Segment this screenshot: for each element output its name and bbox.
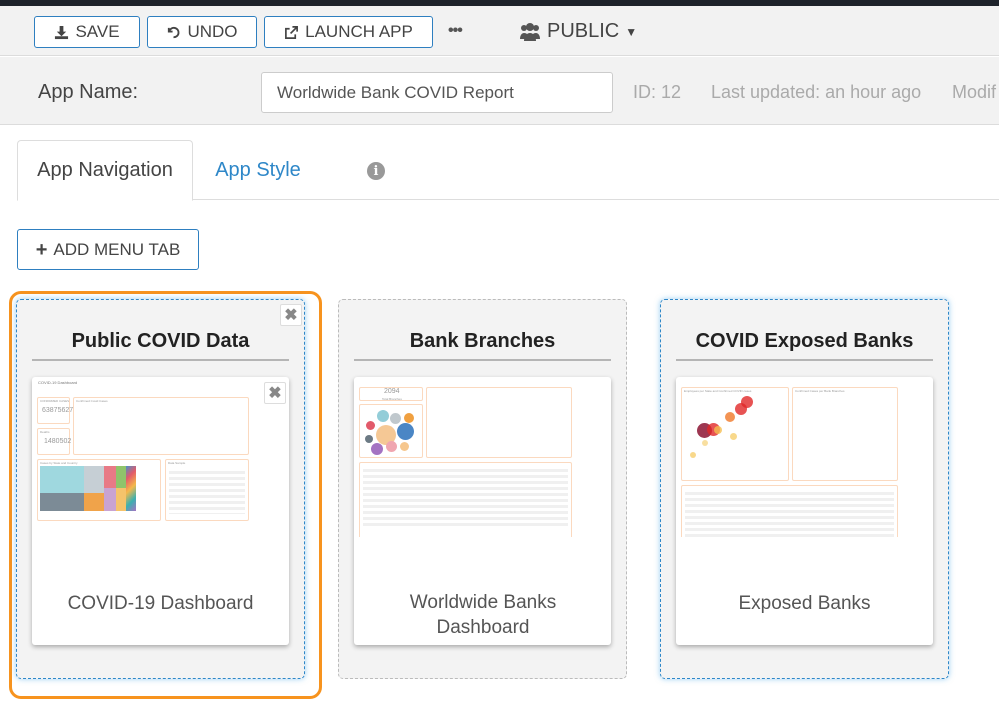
- dashboard-label: Worldwide Banks Dashboard: [409, 592, 557, 638]
- download-icon: [55, 25, 69, 39]
- thumb-value: 2094: [384, 388, 400, 395]
- tab-app-style[interactable]: App Style: [193, 140, 323, 201]
- thumb-label: Deaths: [40, 430, 50, 434]
- thumb-bubble-panel: [359, 404, 423, 458]
- remove-dashboard-button[interactable]: ✖: [264, 382, 286, 404]
- thumb-panel: Confirmed Covid Cases: [73, 397, 249, 455]
- modified-by: Modif: [952, 82, 997, 102]
- undo-label: UNDO: [187, 22, 238, 41]
- title-divider: [32, 359, 289, 361]
- tab-app-navigation[interactable]: App Navigation: [17, 140, 193, 201]
- thumb-label: Employees per State and Confirmed COVID …: [684, 389, 752, 393]
- app-name-input[interactable]: [261, 72, 613, 113]
- menu-tab-card[interactable]: ✖ Public COVID Data COVID-19 Dashboard C…: [16, 299, 305, 679]
- thumb-table-panel: [359, 462, 572, 537]
- close-icon: ✖: [284, 307, 298, 324]
- thumb-label: CONFIRMED CASES: [40, 399, 70, 403]
- thumb-heading: COVID-19 Dashboard: [38, 380, 78, 385]
- thumb-value: 1480502: [44, 438, 72, 445]
- thumb-label: Confirmed Cases per Bank Branches: [795, 389, 845, 393]
- title-divider: [676, 359, 933, 361]
- external-link-icon: [285, 25, 299, 39]
- visibility-dropdown[interactable]: PUBLIC ▼: [519, 20, 637, 43]
- close-icon: ✖: [268, 385, 282, 402]
- menu-tab-title: COVID Exposed Banks: [695, 330, 914, 352]
- thumb-value: 63875627: [42, 407, 74, 414]
- thumb-label: Confirmed Covid Cases: [76, 399, 108, 403]
- add-menu-tab-button[interactable]: + ADD MENU TAB: [17, 229, 199, 270]
- thumb-panel: CONFIRMED CASES 63875627: [37, 397, 74, 424]
- dashboard-thumbnail: Employees per State and Confirmed COVID …: [680, 377, 929, 537]
- thumb-label: Total Branches: [382, 397, 402, 401]
- thumb-label: Cases by State and Country: [40, 461, 78, 465]
- save-button[interactable]: SAVE: [34, 16, 140, 48]
- users-icon: [520, 22, 540, 41]
- dashboard-thumbnail: COVID-19 Dashboard CONFIRMED CASES 63875…: [36, 377, 285, 537]
- launch-app-label: LAUNCH APP: [305, 22, 413, 41]
- thumb-panel: Deaths 1480502: [37, 428, 72, 455]
- dashboard-card[interactable]: 2094 Total Branches Worldwide Banks Dash…: [354, 377, 611, 645]
- last-updated: Last updated: an hour ago: [711, 82, 922, 102]
- thumb-panel: Confirmed Cases per Bank Branches: [792, 387, 898, 481]
- info-icon[interactable]: i: [367, 162, 385, 180]
- settings-tabs: App Navigation App Style i: [17, 140, 999, 201]
- thumb-table-panel: Data Sample: [165, 459, 249, 521]
- undo-icon: [168, 26, 180, 38]
- launch-app-button[interactable]: LAUNCH APP: [264, 16, 433, 48]
- title-divider: [354, 359, 611, 361]
- dashboard-thumbnail: 2094 Total Branches: [358, 377, 607, 537]
- plus-icon: +: [35, 238, 48, 261]
- dashboard-label: COVID-19 Dashboard: [67, 593, 254, 614]
- caret-down-icon: ▼: [625, 24, 638, 39]
- thumb-treemap-panel: Cases by State and Country: [37, 459, 161, 521]
- menu-tab-card[interactable]: COVID Exposed Banks Employees per State …: [660, 299, 949, 679]
- thumb-table-panel: [681, 485, 898, 537]
- add-menu-tab-label: ADD MENU TAB: [53, 239, 181, 259]
- thumb-panel: [426, 387, 572, 458]
- save-label: SAVE: [75, 22, 120, 41]
- dashboard-card[interactable]: Employees per State and Confirmed COVID …: [676, 377, 933, 645]
- thumb-panel: 2094 Total Branches: [359, 387, 423, 401]
- menu-tab-title: Bank Branches: [409, 330, 556, 352]
- menu-tab-card[interactable]: Bank Branches 2094 Total Branches Worldw…: [338, 299, 627, 679]
- app-id: ID: 12: [633, 82, 682, 102]
- thumb-scatter-panel: Employees per State and Confirmed COVID …: [681, 387, 789, 481]
- undo-button[interactable]: UNDO: [147, 16, 257, 48]
- dashboard-card[interactable]: COVID-19 Dashboard CONFIRMED CASES 63875…: [32, 377, 289, 645]
- app-toolbar: SAVE UNDO LAUNCH APP ••• PUBLIC ▼: [0, 6, 999, 56]
- thumb-label: Data Sample: [168, 461, 186, 465]
- visibility-label: PUBLIC: [547, 20, 620, 42]
- dashboard-label: Exposed Banks: [738, 593, 871, 614]
- more-options-button[interactable]: •••: [448, 22, 463, 40]
- menu-tab-title: Public COVID Data: [71, 330, 250, 352]
- app-info-bar: App Name: ID: 12 Last updated: an hour a…: [0, 57, 999, 125]
- remove-menu-tab-button[interactable]: ✖: [280, 304, 302, 326]
- app-name-label: App Name:: [38, 81, 139, 103]
